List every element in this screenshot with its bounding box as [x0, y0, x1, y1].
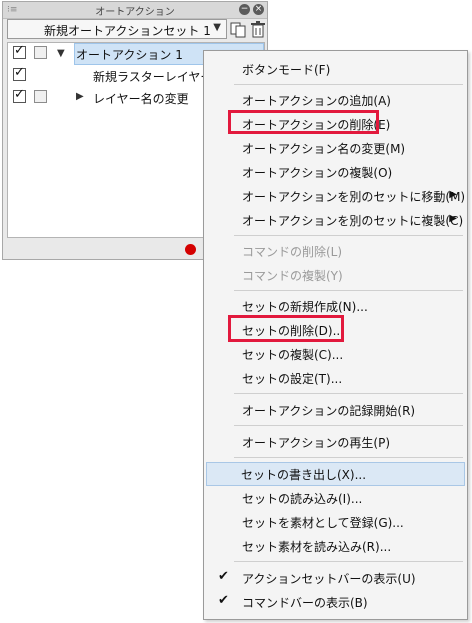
- menu-item-label: オートアクションの複製(O): [242, 166, 393, 180]
- menu-item-label: コマンドの複製(Y): [242, 269, 343, 283]
- enable-checkbox[interactable]: ✓: [13, 43, 26, 59]
- menu-item-duplicate-set[interactable]: セットの複製(C)...: [206, 342, 465, 366]
- minimize-icon[interactable]: −: [239, 4, 250, 15]
- expand-down-icon[interactable]: ▼: [57, 48, 65, 59]
- menu-item-label: コマンドバーの表示(B): [242, 596, 368, 610]
- duplicate-set-icon[interactable]: [229, 20, 247, 38]
- menu-item-export-set[interactable]: セットの書き出し(X)...: [206, 462, 465, 486]
- menu-item-set-settings[interactable]: セットの設定(T)...: [206, 366, 465, 390]
- set-select-dropdown[interactable]: 新規オートアクションセット 1 ▼: [7, 19, 227, 39]
- menu-item-label: ボタンモード(F): [242, 63, 331, 77]
- menu-item-label: セットの複製(C)...: [242, 348, 344, 362]
- check-icon: ✓: [14, 87, 25, 102]
- enable-checkbox[interactable]: ✓: [13, 87, 26, 103]
- menu-separator: [234, 290, 463, 291]
- palette-title: オートアクション: [95, 7, 175, 18]
- highlight-box-delete-set: [228, 315, 344, 342]
- menu-separator: [234, 457, 463, 458]
- menu-item-import-set[interactable]: セットの読み込み(I)...: [206, 486, 465, 510]
- menu-item-label: セットの書き出し(X)...: [241, 468, 367, 482]
- menu-item-label: オートアクションを別のセットに複製(C): [242, 214, 464, 228]
- menu-separator: [234, 235, 463, 236]
- menu-separator: [234, 425, 463, 426]
- menu-item-label: オートアクション名の変更(M): [242, 142, 406, 156]
- menu-item-add-action[interactable]: オートアクションの追加(A): [206, 88, 465, 112]
- menu-item-start-recording[interactable]: オートアクションの記録開始(R): [206, 398, 465, 422]
- menu-separator: [234, 393, 463, 394]
- menu-item-label: セット素材を読み込み(R)...: [242, 540, 392, 554]
- menu-item-label: オートアクションを別のセットに移動(M): [242, 190, 466, 204]
- enable-checkbox[interactable]: ✓: [13, 65, 26, 81]
- menu-item-duplicate-command: コマンドの複製(Y): [206, 263, 465, 287]
- menu-item-button-mode[interactable]: ボタンモード(F): [206, 57, 465, 81]
- menu-item-delete-command: コマンドの削除(L): [206, 239, 465, 263]
- menu-item-label: コマンドの削除(L): [242, 245, 343, 259]
- menu-item-load-material[interactable]: セット素材を読み込み(R)...: [206, 534, 465, 558]
- menu-item-register-material[interactable]: セットを素材として登録(G)...: [206, 510, 465, 534]
- menu-item-label: オートアクションの再生(P): [242, 436, 391, 450]
- menu-item-show-command-bar[interactable]: ✔ コマンドバーの表示(B): [206, 590, 465, 614]
- menu-item-copy-action[interactable]: オートアクションを別のセットに複製(C) ▶: [206, 208, 465, 232]
- menu-item-label: オートアクションの記録開始(R): [242, 404, 416, 418]
- menu-item-rename-action[interactable]: オートアクション名の変更(M): [206, 136, 465, 160]
- dialog-toggle-checkbox[interactable]: [34, 46, 47, 59]
- menu-item-label: セットを素材として登録(G)...: [242, 516, 404, 530]
- palette-title-bar[interactable]: ⁝≡ オートアクション − ×: [3, 2, 267, 19]
- menu-item-duplicate-action[interactable]: オートアクションの複製(O): [206, 160, 465, 184]
- menu-separator: [234, 84, 463, 85]
- check-icon: ✔: [218, 569, 229, 584]
- check-icon: ✓: [14, 65, 25, 80]
- delete-set-icon[interactable]: [249, 20, 267, 38]
- set-select-value: 新規オートアクションセット 1: [44, 24, 211, 38]
- menu-item-play[interactable]: オートアクションの再生(P): [206, 430, 465, 454]
- expand-right-icon[interactable]: ▶: [76, 91, 84, 102]
- highlight-box-delete-action: [228, 110, 379, 134]
- action-label: オートアクション 1: [76, 48, 183, 62]
- menu-item-label: セットの設定(T)...: [242, 372, 343, 386]
- menu-item-label: セットの読み込み(I)...: [242, 492, 363, 506]
- command-label: レイヤー名の変更: [93, 92, 189, 106]
- submenu-arrow-icon: ▶: [449, 213, 457, 224]
- submenu-arrow-icon: ▶: [449, 189, 457, 200]
- set-selector-row: 新規オートアクションセット 1 ▼: [7, 19, 265, 41]
- check-icon: ✔: [218, 593, 229, 608]
- command-label: 新規ラスターレイヤー: [93, 70, 213, 84]
- menu-item-label: セットの新規作成(N)...: [242, 300, 368, 314]
- menu-item-label: オートアクションの追加(A): [242, 94, 391, 108]
- menu-item-move-action[interactable]: オートアクションを別のセットに移動(M) ▶: [206, 184, 465, 208]
- menu-separator: [234, 561, 463, 562]
- close-icon[interactable]: ×: [253, 4, 264, 15]
- menu-item-show-action-set-bar[interactable]: ✔ アクションセットバーの表示(U): [206, 566, 465, 590]
- chevron-down-icon: ▼: [213, 22, 221, 33]
- menu-item-label: アクションセットバーの表示(U): [242, 572, 416, 586]
- check-icon: ✓: [14, 43, 25, 58]
- dialog-toggle-checkbox[interactable]: [34, 90, 47, 103]
- record-icon[interactable]: [185, 244, 196, 255]
